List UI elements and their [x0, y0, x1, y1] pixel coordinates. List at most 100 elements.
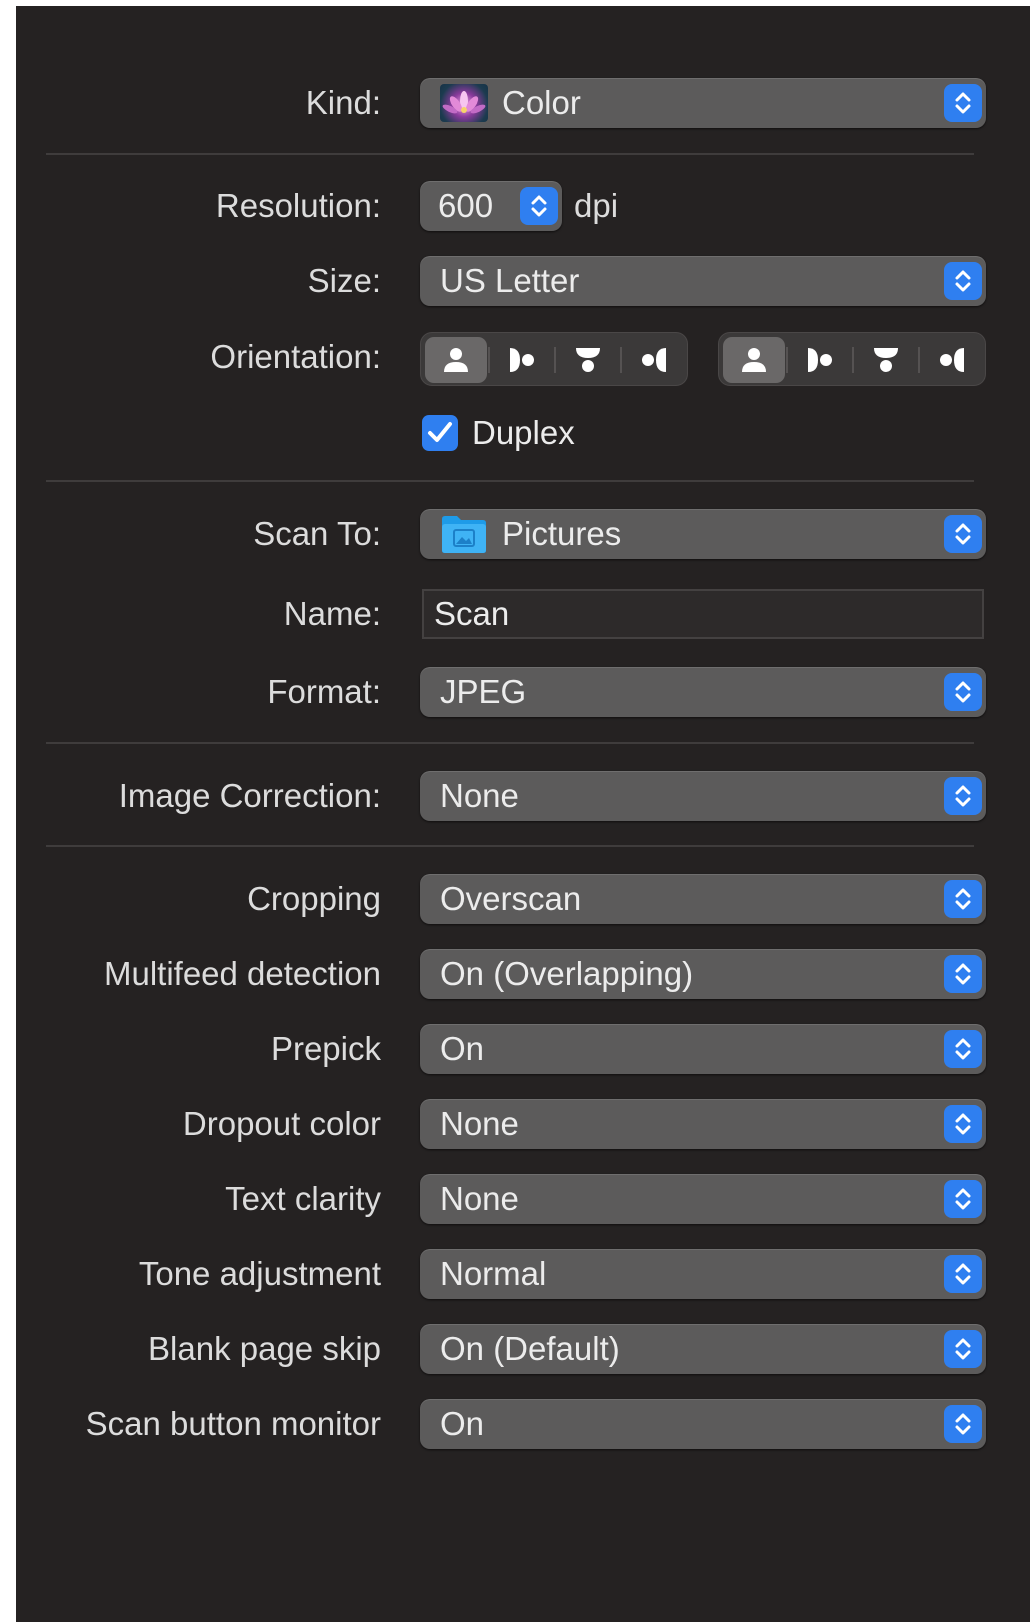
- separator: [46, 845, 974, 847]
- cropping-label: Cropping: [247, 880, 381, 917]
- scan-button-monitor-row: Scan button monitor On: [16, 1399, 1030, 1449]
- flower-photo-icon: [440, 84, 488, 122]
- tone-adjustment-label: Tone adjustment: [138, 1255, 381, 1292]
- image-correction-row: Image Correction: None: [16, 771, 1030, 821]
- chevron-updown-icon: [944, 1330, 982, 1368]
- portrait-rotate-right-icon: [808, 348, 832, 372]
- resolution-unit: dpi: [574, 187, 619, 224]
- orientation-rotate-right-button[interactable]: [789, 337, 851, 383]
- format-row: Format: JPEG: [16, 667, 1030, 717]
- text-clarity-row: Text clarity None: [16, 1174, 1030, 1224]
- chevron-updown-icon: [944, 1105, 982, 1143]
- scan-to-popup[interactable]: Pictures: [420, 509, 986, 559]
- kind-value: Color: [502, 84, 581, 121]
- scan-button-monitor-popup[interactable]: On: [420, 1399, 986, 1449]
- duplex-label[interactable]: Duplex: [472, 409, 575, 457]
- tone-adjustment-value: Normal: [440, 1255, 547, 1292]
- multifeed-detection-label: Multifeed detection: [103, 955, 381, 992]
- scan-to-label: Scan To:: [253, 515, 381, 552]
- chevron-updown-icon: [944, 1180, 982, 1218]
- orientation-row: Orientation:: [16, 332, 1030, 386]
- chevron-updown-icon: [944, 262, 982, 300]
- image-correction-popup[interactable]: None: [420, 771, 986, 821]
- blank-page-skip-row: Blank page skip On (Default): [16, 1324, 1030, 1374]
- scanner-settings-panel: Kind: Color Resolution: 600 dpi Size: US…: [16, 6, 1030, 1622]
- chevron-updown-icon: [944, 515, 982, 553]
- pictures-folder-icon: [440, 513, 488, 555]
- tone-adjustment-popup[interactable]: Normal: [420, 1249, 986, 1299]
- prepick-label: Prepick: [270, 1030, 381, 1067]
- chevron-updown-icon: [944, 955, 982, 993]
- orientation-upside-down-button[interactable]: [855, 337, 917, 383]
- format-value: JPEG: [440, 673, 527, 710]
- portrait-upside-down-icon: [874, 348, 898, 372]
- size-row: Size: US Letter: [16, 256, 1030, 306]
- portrait-upright-icon: [444, 348, 468, 372]
- chevron-updown-icon: [520, 187, 558, 225]
- blank-page-skip-popup[interactable]: On (Default): [420, 1324, 986, 1374]
- prepick-popup[interactable]: On: [420, 1024, 986, 1074]
- kind-popup[interactable]: Color: [420, 78, 986, 128]
- blank-page-skip-label: Blank page skip: [148, 1330, 381, 1367]
- size-popup[interactable]: US Letter: [420, 256, 986, 306]
- chevron-updown-icon: [944, 1255, 982, 1293]
- text-clarity-popup[interactable]: None: [420, 1174, 986, 1224]
- name-row: Name:: [16, 589, 1030, 639]
- orientation-segmented-control-front: [420, 332, 688, 386]
- chevron-updown-icon: [944, 880, 982, 918]
- checkmark-icon: [428, 422, 452, 442]
- orientation-rotate-right-button[interactable]: [491, 337, 553, 383]
- image-correction-label: Image Correction:: [118, 777, 381, 814]
- portrait-rotate-left-icon: [642, 348, 666, 372]
- chevron-updown-icon: [944, 673, 982, 711]
- resolution-value: 600: [438, 187, 494, 224]
- kind-label: Kind:: [305, 84, 381, 121]
- orientation-rotate-left-button[interactable]: [921, 337, 983, 383]
- duplex-checkbox[interactable]: [422, 415, 458, 451]
- separator: [46, 742, 974, 744]
- portrait-rotate-right-icon: [510, 348, 534, 372]
- scan-to-value: Pictures: [502, 515, 622, 552]
- multifeed-detection-value: On (Overlapping): [440, 955, 694, 992]
- image-correction-value: None: [440, 777, 519, 814]
- format-label: Format:: [267, 673, 381, 710]
- orientation-label: Orientation:: [210, 338, 381, 375]
- resolution-row: Resolution: 600 dpi: [16, 181, 1030, 231]
- scan-button-monitor-value: On: [440, 1405, 485, 1442]
- duplex-row: Duplex: [16, 409, 1030, 457]
- tone-adjustment-row: Tone adjustment Normal: [16, 1249, 1030, 1299]
- resolution-label: Resolution:: [215, 187, 381, 224]
- kind-row: Kind: Color: [16, 78, 1030, 128]
- blank-page-skip-value: On (Default): [440, 1330, 620, 1367]
- orientation-upright-button[interactable]: [425, 337, 487, 383]
- portrait-upright-icon: [742, 348, 766, 372]
- dropout-color-row: Dropout color None: [16, 1099, 1030, 1149]
- separator: [46, 153, 974, 155]
- orientation-upright-button[interactable]: [723, 337, 785, 383]
- text-clarity-value: None: [440, 1180, 519, 1217]
- prepick-value: On: [440, 1030, 485, 1067]
- portrait-upside-down-icon: [576, 348, 600, 372]
- dropout-color-popup[interactable]: None: [420, 1099, 986, 1149]
- dropout-color-label: Dropout color: [182, 1105, 381, 1142]
- name-field[interactable]: [424, 591, 982, 637]
- separator: [46, 480, 974, 482]
- multifeed-detection-popup[interactable]: On (Overlapping): [420, 949, 986, 999]
- size-label: Size:: [307, 262, 381, 299]
- dropout-color-value: None: [440, 1105, 519, 1142]
- chevron-updown-icon: [944, 1030, 982, 1068]
- cropping-value: Overscan: [440, 880, 582, 917]
- orientation-segmented-control-back: [718, 332, 986, 386]
- format-popup[interactable]: JPEG: [420, 667, 986, 717]
- name-field-wrapper: [422, 589, 984, 639]
- orientation-rotate-left-button[interactable]: [623, 337, 685, 383]
- portrait-rotate-left-icon: [940, 348, 964, 372]
- multifeed-detection-row: Multifeed detection On (Overlapping): [16, 949, 1030, 999]
- orientation-upside-down-button[interactable]: [557, 337, 619, 383]
- name-label: Name:: [283, 595, 381, 632]
- chevron-updown-icon: [944, 1405, 982, 1443]
- chevron-updown-icon: [944, 84, 982, 122]
- resolution-popup[interactable]: 600: [420, 181, 562, 231]
- cropping-popup[interactable]: Overscan: [420, 874, 986, 924]
- cropping-row: Cropping Overscan: [16, 874, 1030, 924]
